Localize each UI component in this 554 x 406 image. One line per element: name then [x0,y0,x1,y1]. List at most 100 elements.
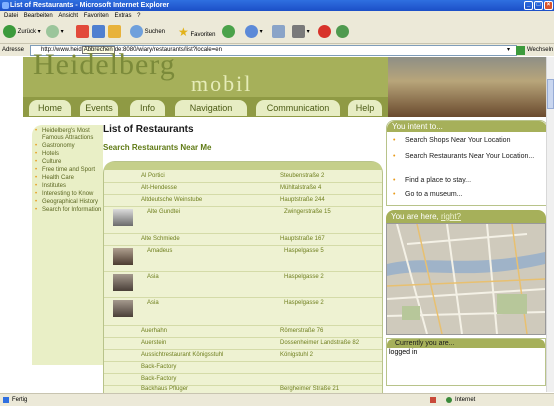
status-text: Fertig [12,397,28,403]
minimize-button[interactable]: _ [524,1,533,10]
status-bar: Fertig Internet [0,393,554,406]
restaurant-thumbnail [113,209,133,226]
web-page: Heidelberg mobil Home Events Info Naviga… [23,48,548,394]
print-button[interactable]: ▾ [292,24,310,40]
nav-navigation[interactable]: Navigation [175,100,247,116]
list-item[interactable]: Alte Gundtei Zwingerstraße 15 [104,207,382,234]
security-icon [430,397,436,403]
refresh-button[interactable] [92,24,105,40]
list-item[interactable]: Auerstein Dossenheimer Landstraße 82 [104,338,382,350]
list-item[interactable]: Alte Schmiede Hauptstraße 167 [104,234,382,246]
page-icon [3,397,9,403]
right-column: You intent to... • Search Shops Near Your… [386,118,548,392]
media-button[interactable] [222,24,235,40]
sidebar-item-free-time[interactable]: Free time and Sport [32,167,103,174]
sidebar-item-health-care[interactable]: Health Care [32,175,103,182]
list-item[interactable]: Altdeutsche Weinstube Hauptstraße 244 [104,195,382,207]
search-icon [130,24,143,38]
dropdown-arrow-icon[interactable]: ▾ [507,44,510,56]
intent-item[interactable]: • Go to a museum... [393,191,463,199]
list-item[interactable]: Alt-Hendesse Mühltalstraße 4 [104,183,382,195]
star-icon: ★ [178,25,189,39]
messenger-button[interactable] [336,24,349,40]
back-button[interactable]: Zurück ▾ [3,24,41,40]
menu-favoriten[interactable]: Favoriten [84,13,109,19]
intent-item[interactable]: • Search Restaurants Near Your Location..… [393,153,534,161]
location-box: You are here, right? Currently you are..… [386,210,546,392]
refresh-icon [92,24,105,38]
history-icon [245,24,258,38]
zone-label: Internet [455,397,476,403]
nav-events[interactable]: Events [80,100,118,116]
menu-extras[interactable]: Extras [114,13,131,19]
list-item[interactable]: Amadeus Haspelgasse 5 [104,246,382,272]
restaurant-thumbnail [113,300,133,317]
scrollbar-thumb[interactable] [547,79,554,109]
mail-button[interactable] [272,24,285,40]
site-logo: Heidelberg [33,48,176,81]
sidebar-item-culture[interactable]: Culture [32,159,103,166]
mail-icon [272,24,285,38]
go-icon[interactable] [516,46,525,55]
main-content: List of Restaurants Search Restaurants N… [103,118,385,394]
forward-button[interactable]: ▾ [46,24,64,40]
favorites-button[interactable]: ★ Favoriten [178,24,215,40]
list-item[interactable]: Auerhahn Römerstraße 76 [104,326,382,338]
intent-item[interactable]: • Find a place to stay... [393,177,471,185]
ie-icon [2,2,9,9]
vertical-scrollbar[interactable] [546,57,554,392]
sidebar-item-attractions[interactable]: Heidelberg's Most Famous Attractions [32,128,103,142]
list-item[interactable]: Asia Haspelgasse 2 [104,272,382,298]
msn-button[interactable] [318,24,331,40]
sidebar: Heidelberg's Most Famous Attractions Gas… [32,125,103,365]
menu-ansicht[interactable]: Ansicht [58,13,78,19]
sidebar-item-hotels[interactable]: Hotels [32,151,103,158]
sidebar-item-search[interactable]: Search for Information [32,207,103,214]
stop-icon [76,24,89,38]
list-item[interactable]: Asia Haspelgasse 2 [104,298,382,326]
list-item[interactable]: Aussichtrestaurant Königsstuhl Königstuh… [104,350,382,362]
restaurant-thumbnail [113,274,133,291]
list-item[interactable]: Back-Factory [104,362,382,374]
right-link[interactable]: right? [441,212,461,221]
restaurant-thumbnail [113,248,133,265]
maximize-button[interactable]: □ [534,1,543,10]
sidebar-item-gastronomy[interactable]: Gastronomy [32,143,103,150]
msn-icon [318,24,331,38]
list-item[interactable]: Back-Factory [104,374,382,386]
nav-help[interactable]: Help [348,100,382,116]
nav-home[interactable]: Home [29,100,71,116]
window-title: List of Restaurants - Microsoft Internet… [10,2,170,9]
list-item[interactable]: Backhaus Pflüger Bergheimer Straße 21 [104,386,382,393]
back-arrow-icon [3,24,16,38]
restaurant-list: Al Portici Steubenstraße 2 Alt-Hendesse … [103,161,383,394]
nav-communication[interactable]: Communication [256,100,340,116]
sidebar-item-geography[interactable]: Geographical History [32,199,103,206]
sidebar-item-institutes[interactable]: Institutes [32,183,103,190]
history-button[interactable]: ▾ [245,24,263,40]
messenger-icon [336,24,349,38]
city-map[interactable] [386,223,546,335]
banner-photo [388,57,546,117]
intent-header: You intent to... [387,121,547,132]
list-item[interactable]: Al Portici Steubenstraße 2 [104,171,382,183]
menu-help[interactable]: ? [137,13,140,19]
map-graphic [387,224,545,334]
search-near-me-link[interactable]: Search Restaurants Near Me [103,143,212,152]
home-button[interactable] [108,24,121,40]
menu-datei[interactable]: Datei [4,13,18,19]
address-label: Adresse [2,47,25,53]
window-title-bar: List of Restaurants - Microsoft Internet… [0,0,554,11]
site-logo-sub: mobil [191,71,253,96]
nav-info[interactable]: Info [130,100,165,116]
current-status-text: logged in [389,349,418,356]
sidebar-item-interesting[interactable]: Interesting to Know [32,191,103,198]
menu-bearbeiten[interactable]: Bearbeiten [24,13,53,19]
intent-item[interactable]: • Search Shops Near Your Location [393,137,510,145]
stop-button[interactable] [76,24,89,40]
current-header: Currently you are... [387,339,545,348]
location-header: You are here, right? [386,210,546,223]
intent-box: You intent to... • Search Shops Near Your… [386,120,548,206]
search-button[interactable]: Suchen [130,24,165,40]
close-button[interactable]: × [544,1,553,10]
